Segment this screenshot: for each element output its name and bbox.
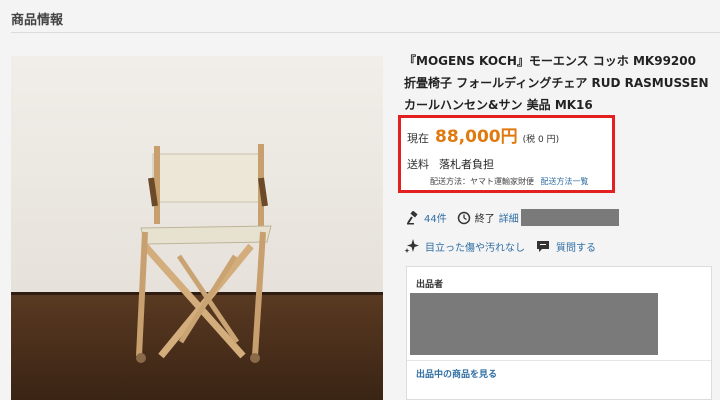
ask-question-link[interactable]: 質問する bbox=[556, 239, 596, 254]
redacted-end-time bbox=[520, 209, 619, 226]
clock-icon bbox=[457, 211, 471, 225]
sparkle-icon bbox=[404, 238, 420, 254]
gavel-icon bbox=[406, 210, 420, 225]
seller-label: 出品者 bbox=[416, 280, 444, 290]
shipping-row: 送料 落札者負担 bbox=[407, 156, 494, 172]
detail-link[interactable]: 詳細 bbox=[499, 210, 519, 225]
section-title: 商品情報 bbox=[11, 13, 64, 28]
shipping-value: 落札者負担 bbox=[439, 158, 494, 171]
tax-amount: (税 0 円) bbox=[522, 135, 560, 145]
chat-bubble-icon bbox=[535, 238, 551, 254]
shipping-method-row: 配送方法：ヤマト運輸家財便 配送方法一覧 bbox=[430, 176, 589, 187]
price-label: 現在 bbox=[407, 132, 429, 145]
condition-row: 目立った傷や汚れなし 質問する bbox=[404, 238, 596, 254]
chair-image bbox=[11, 56, 383, 400]
item-condition[interactable]: 目立った傷や汚れなし bbox=[425, 239, 525, 254]
header-divider bbox=[11, 32, 720, 33]
product-title: 『MOGENS KOCH』モーエンス コッホ MK99200 折畳椅子 フォール… bbox=[404, 54, 709, 112]
seller-items-link[interactable]: 出品中の商品を見る bbox=[416, 367, 497, 380]
price-shipping-box: 現在 88,000円 (税 0 円) 送料 落札者負担 配送方法：ヤマト運輸家財… bbox=[398, 115, 615, 193]
product-photo[interactable] bbox=[11, 56, 383, 400]
shipping-method-text: 配送方法：ヤマト運輸家財便 bbox=[430, 177, 534, 186]
shipping-method-list-link[interactable]: 配送方法一覧 bbox=[541, 177, 589, 186]
bid-count-link[interactable]: 44件 bbox=[424, 210, 447, 225]
shipping-label: 送料 bbox=[407, 158, 429, 171]
redacted-seller-info bbox=[410, 293, 658, 355]
auction-meta-row: 44件 終了 詳細 bbox=[406, 209, 619, 226]
price-row: 現在 88,000円 (税 0 円) bbox=[407, 122, 559, 147]
end-time-label: 終了 bbox=[474, 214, 495, 225]
seller-divider bbox=[407, 360, 711, 361]
seller-box: 出品者 出品中の商品を見る bbox=[406, 266, 712, 400]
current-price: 88,000円 bbox=[435, 127, 518, 147]
